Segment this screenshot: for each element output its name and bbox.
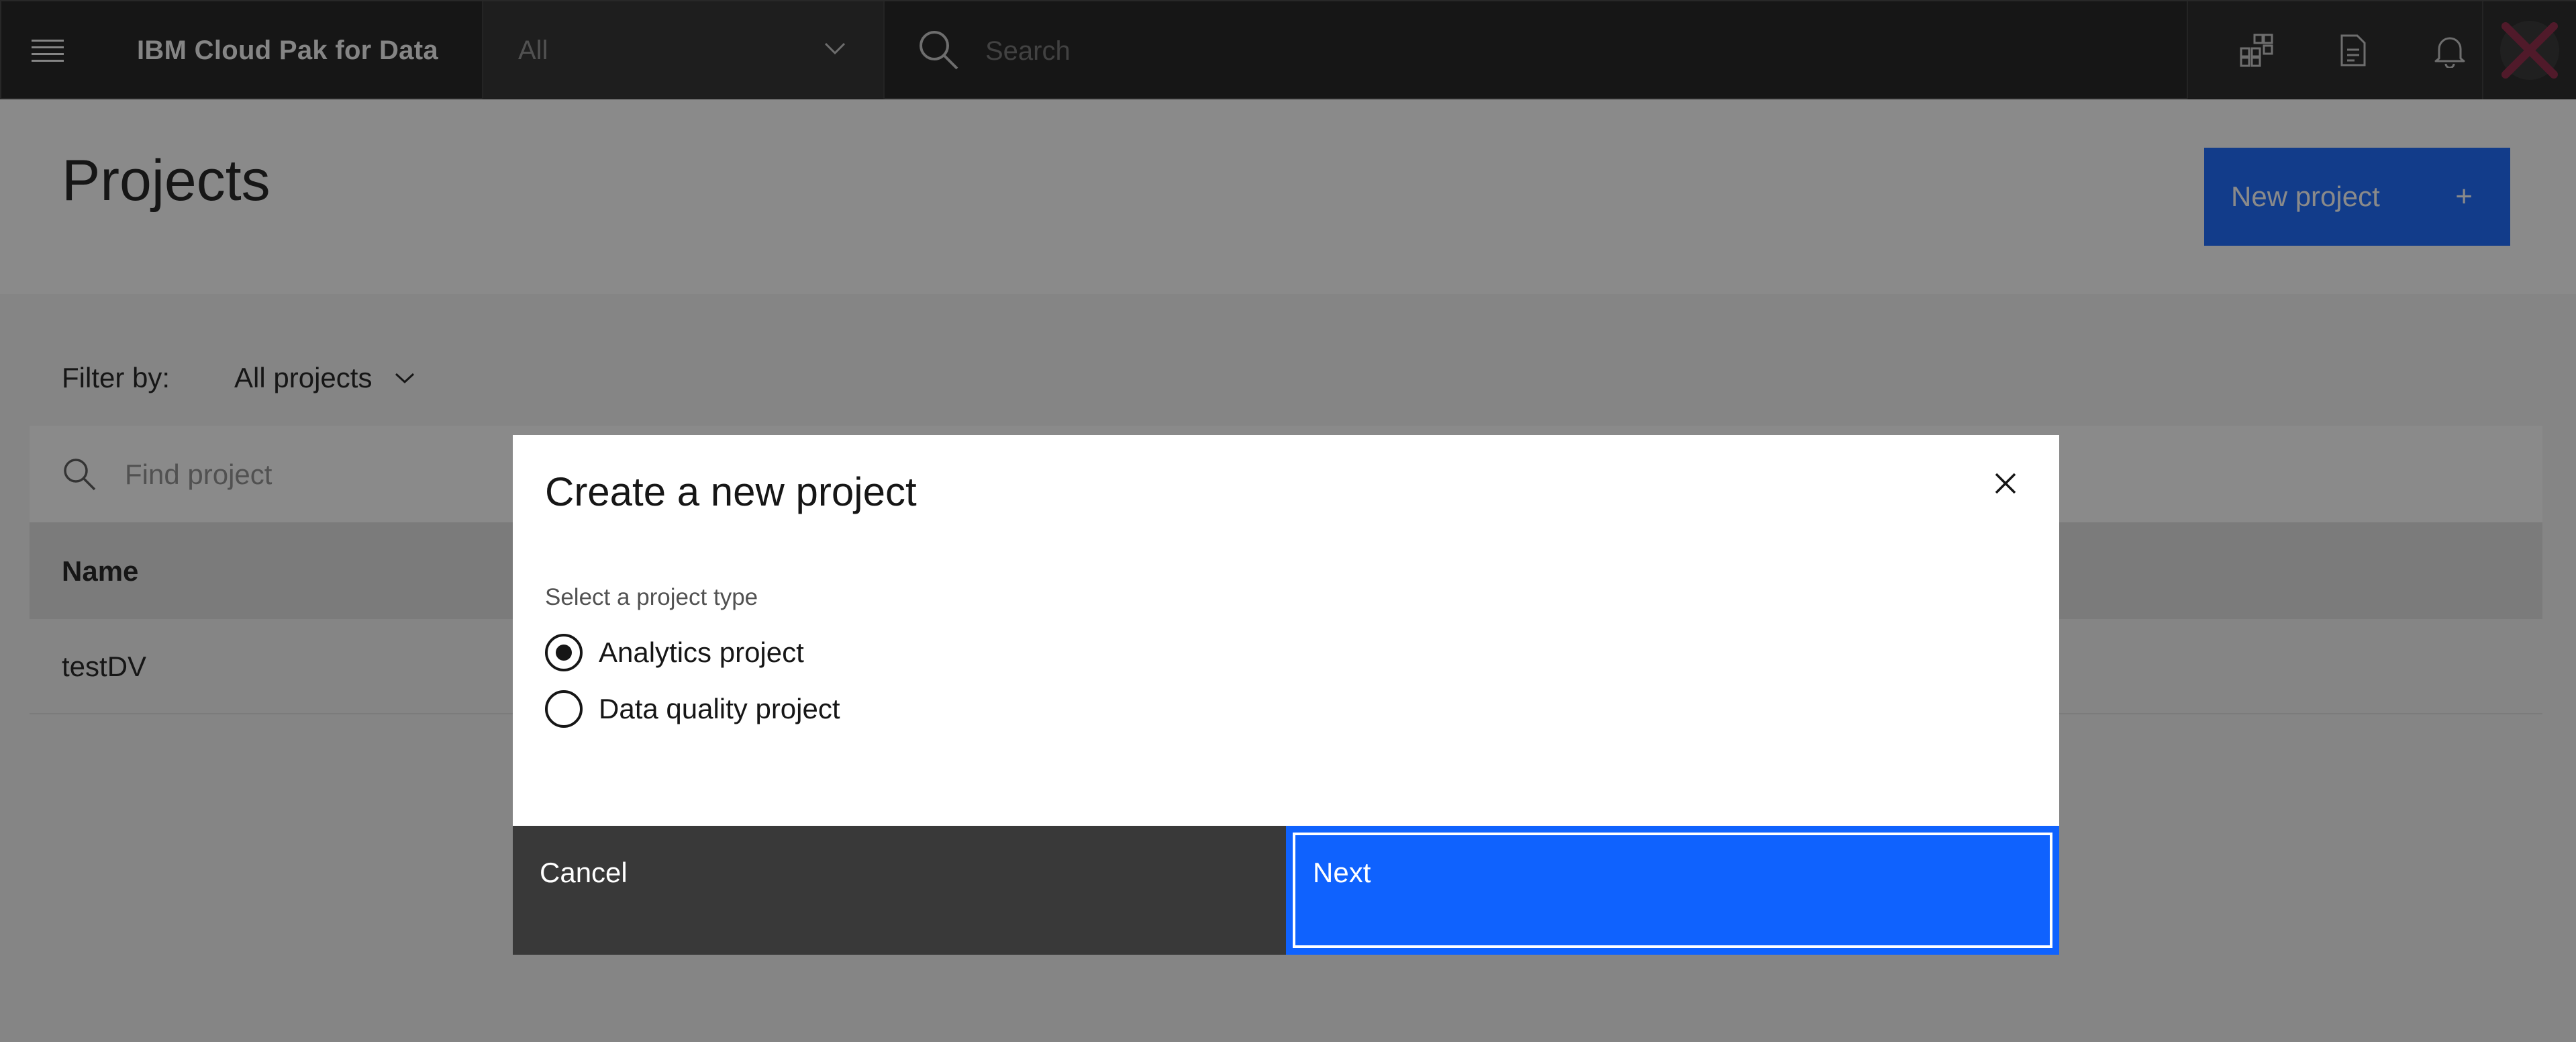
next-button[interactable]: Next (1286, 826, 2059, 955)
cancel-button-label: Cancel (540, 857, 628, 888)
radio-label[interactable]: Data quality project (599, 693, 840, 725)
cancel-button[interactable]: Cancel (513, 826, 1286, 955)
modal-title: Create a new project (545, 469, 917, 514)
project-type-label: Select a project type (545, 584, 758, 610)
radio-data-quality-project[interactable]: Data quality project (545, 689, 840, 729)
close-icon (1995, 473, 2016, 494)
modal-footer: Cancel Next (513, 826, 2059, 955)
radio-button-unchecked[interactable] (545, 690, 583, 728)
modal-close-button[interactable] (1985, 463, 2026, 504)
next-button-label: Next (1313, 857, 1371, 888)
radio-label[interactable]: Analytics project (599, 636, 804, 669)
radio-analytics-project[interactable]: Analytics project (545, 632, 804, 673)
radio-button-checked[interactable] (545, 634, 583, 671)
create-project-modal: Create a new project Select a project ty… (513, 435, 2059, 955)
app-page: IBM Cloud Pak for Data All (0, 0, 2576, 1042)
